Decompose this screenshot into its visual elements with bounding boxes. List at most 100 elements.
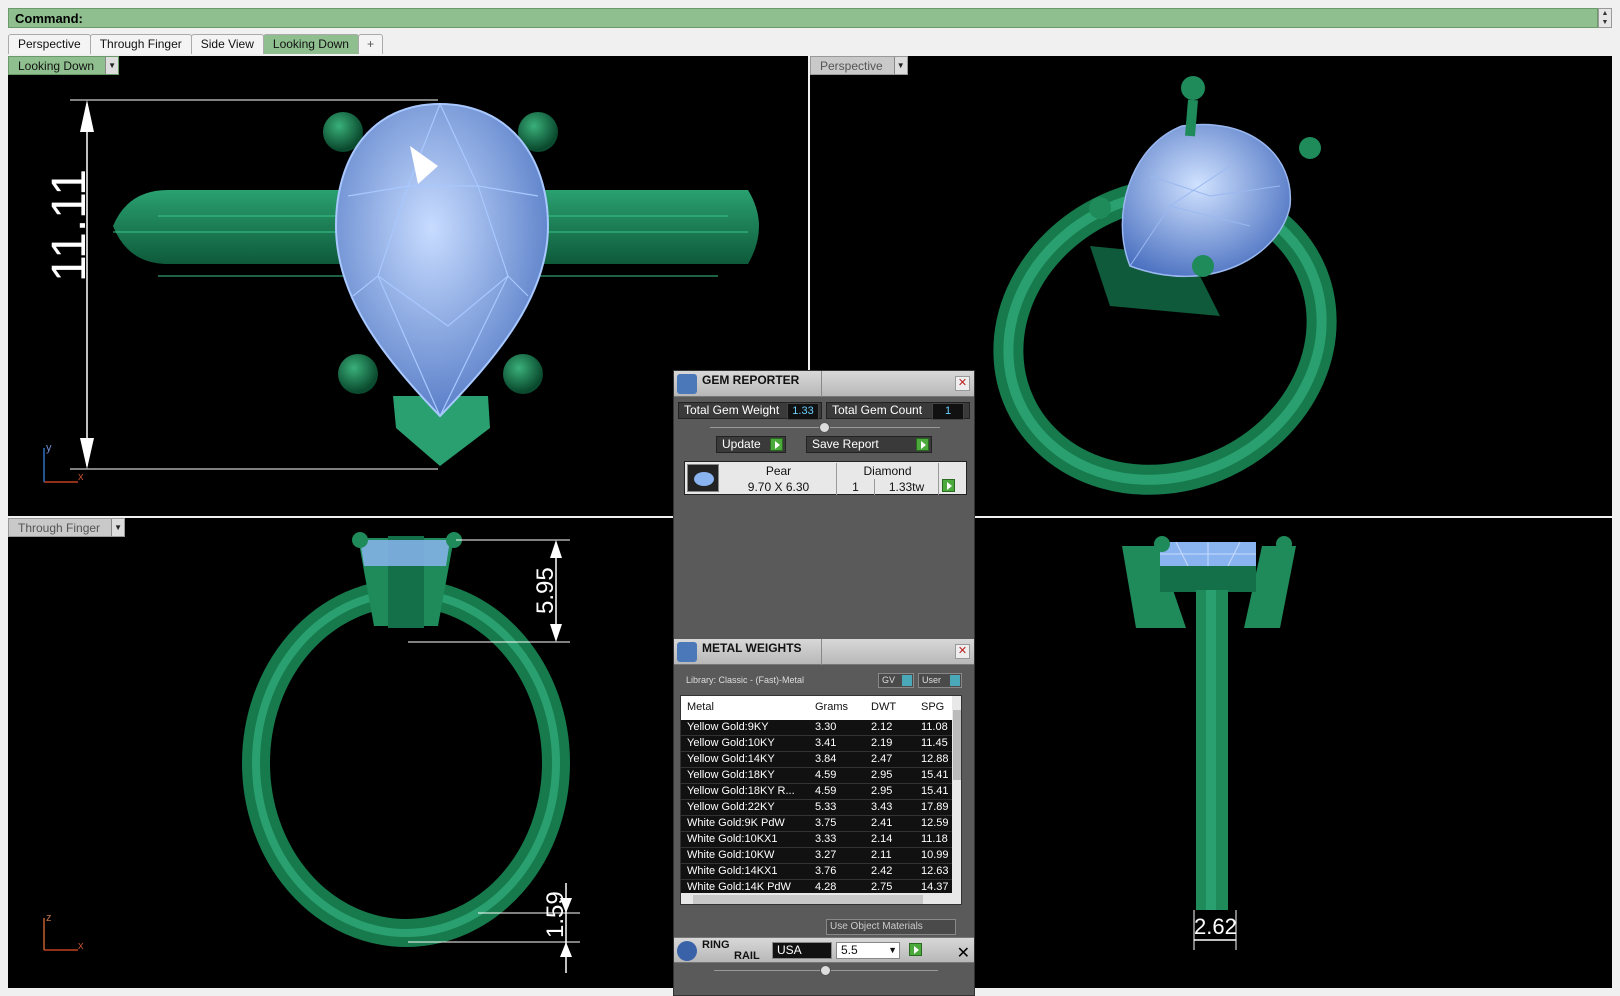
gem-reporter-header[interactable]: GEM REPORTER ✕: [674, 371, 974, 397]
ring-rail-title-1: RING: [702, 939, 730, 951]
metal-name: Yellow Gold:9KY: [687, 721, 769, 733]
table-row[interactable]: Yellow Gold:14KY 3.84 2.47 12.88: [681, 752, 952, 768]
apply-size-button[interactable]: [906, 942, 924, 959]
dwt-value: 2.14: [871, 833, 893, 845]
chevron-down-icon[interactable]: ▼: [893, 57, 907, 74]
col-spg[interactable]: SPG: [921, 701, 944, 713]
command-label: Command:: [15, 11, 83, 26]
viewport-label-looking-down[interactable]: Looking Down ▼: [8, 56, 120, 75]
app-window: Command: ▲ ▼ Perspective Through Finger S…: [0, 0, 1620, 996]
gem-size: 9.70 X 6.30: [721, 479, 837, 495]
ring-size-select[interactable]: 5.5 ▼: [836, 942, 900, 959]
grams-value: 3.84: [815, 753, 837, 765]
horizontal-scrollbar[interactable]: [681, 893, 961, 904]
metal-name: White Gold:14KX1: [687, 865, 778, 877]
add-tab-button[interactable]: +: [357, 34, 383, 54]
close-icon[interactable]: ✕: [957, 943, 970, 963]
dimension-head-height: 5.95: [532, 567, 559, 614]
table-row[interactable]: White Gold:10KX1 3.33 2.14 11.18: [681, 832, 952, 848]
tab-looking-down[interactable]: Looking Down: [262, 34, 359, 54]
gem-detail-button[interactable]: [941, 478, 957, 495]
grams-value: 4.59: [815, 785, 837, 797]
metal-name: White Gold:10KX1: [687, 833, 778, 845]
viewport-label-text: Through Finger: [18, 521, 101, 535]
table-header: Metal Grams DWT SPG: [681, 696, 961, 720]
save-report-button[interactable]: Save Report: [806, 436, 932, 453]
grams-value: 4.59: [815, 769, 837, 781]
viewport-label-text: Perspective: [820, 59, 883, 73]
header-separator: [821, 639, 822, 665]
col-grams[interactable]: Grams: [815, 701, 848, 713]
total-gem-count-value: 1: [932, 403, 964, 420]
table-row[interactable]: Yellow Gold:9KY 3.30 2.12 11.08: [681, 720, 952, 736]
spg-value: 11.08: [921, 721, 948, 733]
close-icon[interactable]: ✕: [955, 644, 970, 659]
metal-name: Yellow Gold:18KY: [687, 769, 775, 781]
metal-name: Yellow Gold:22KY: [687, 801, 775, 813]
grams-value: 3.75: [815, 817, 837, 829]
user-toggle[interactable]: User: [918, 673, 962, 688]
table-row[interactable]: White Gold:14KX1 3.76 2.42 12.63: [681, 864, 952, 880]
toggle-indicator: [950, 675, 960, 686]
spg-value: 12.59: [921, 817, 949, 829]
ring-rail-header[interactable]: RING RAIL USA 5.5 ▼ ✕: [674, 937, 974, 963]
spg-value: 12.63: [921, 865, 949, 877]
chevron-down-icon[interactable]: ▼: [105, 57, 119, 74]
dimension-length: 11.11: [43, 169, 96, 282]
metal-weights-header[interactable]: METAL WEIGHTS ✕: [674, 639, 974, 665]
table-row[interactable]: White Gold:10KW 3.27 2.11 10.99: [681, 848, 952, 864]
table-row[interactable]: White Gold:9K PdW 3.75 2.41 12.59: [681, 816, 952, 832]
viewport-label-through-finger[interactable]: Through Finger ▼: [8, 518, 126, 537]
metal-weights-title: METAL WEIGHTS: [702, 641, 802, 655]
gv-toggle[interactable]: GV: [878, 673, 914, 688]
tab-perspective[interactable]: Perspective: [8, 34, 91, 54]
table-row[interactable]: Yellow Gold:18KY 4.59 2.95 15.41: [681, 768, 952, 784]
axis-x-label: x: [78, 471, 84, 483]
metal-name: White Gold:14K PdW: [687, 881, 791, 893]
dwt-value: 2.75: [871, 881, 893, 893]
gem-reporter-title: GEM REPORTER: [702, 373, 800, 387]
spg-value: 12.88: [921, 753, 949, 765]
country-select[interactable]: USA: [772, 942, 832, 959]
viewport-tabs: Perspective Through Finger Side View Loo…: [8, 34, 383, 54]
save-report-label: Save Report: [812, 437, 879, 451]
ring-size-value: 5.5: [841, 943, 858, 957]
dwt-value: 2.47: [871, 753, 893, 765]
gem-material: Diamond: [837, 463, 939, 479]
spg-value: 15.41: [921, 769, 949, 781]
update-button[interactable]: Update: [716, 436, 786, 453]
grams-value: 3.30: [815, 721, 837, 733]
prong-3: [338, 354, 378, 394]
dwt-value: 2.12: [871, 721, 893, 733]
ring-rail-title-2: RAIL: [734, 950, 760, 962]
col-metal[interactable]: Metal: [687, 701, 714, 713]
metal-weights-table[interactable]: Metal Grams DWT SPG Yellow Gold:9KY 3.30 2…: [680, 695, 962, 905]
metal-library-label: Library: Classic - (Fast)-Metal: [686, 675, 805, 685]
prong-4: [503, 354, 543, 394]
axis-z-label: z: [46, 912, 52, 924]
axis-x-label: x: [78, 940, 84, 952]
table-row[interactable]: Yellow Gold:22KY 5.33 3.43 17.89: [681, 800, 952, 816]
command-scroll[interactable]: ▲ ▼: [1598, 8, 1612, 28]
gem-thumbnail: [687, 464, 719, 492]
col-dwt[interactable]: DWT: [871, 701, 896, 713]
viewport-label-perspective[interactable]: Perspective ▼: [810, 56, 908, 75]
tab-through-finger[interactable]: Through Finger: [89, 34, 192, 54]
gem-list-row[interactable]: Pear Diamond 9.70 X 6.30 1 1.33tw: [684, 461, 967, 495]
command-bar[interactable]: Command:: [8, 8, 1598, 28]
metal-name: Yellow Gold:18KY R...: [687, 785, 795, 797]
tab-side-view[interactable]: Side View: [190, 34, 264, 54]
dwt-value: 2.41: [871, 817, 893, 829]
gem-slider-knob[interactable]: [819, 422, 830, 433]
gem-pear-perspective: [1121, 123, 1292, 277]
chevron-down-icon[interactable]: ▼: [111, 519, 125, 536]
vertical-scrollbar[interactable]: [952, 696, 961, 904]
spg-value: 11.18: [921, 833, 948, 845]
table-row[interactable]: Yellow Gold:10KY 3.41 2.19 11.45: [681, 736, 952, 752]
axis-y-label: y: [46, 442, 52, 454]
ring-rail-slider-knob[interactable]: [820, 965, 831, 976]
use-object-materials-button[interactable]: Use Object Materials: [826, 919, 956, 935]
spg-value: 17.89: [921, 801, 949, 813]
close-icon[interactable]: ✕: [955, 376, 970, 391]
table-row[interactable]: Yellow Gold:18KY R... 4.59 2.95 15.41: [681, 784, 952, 800]
